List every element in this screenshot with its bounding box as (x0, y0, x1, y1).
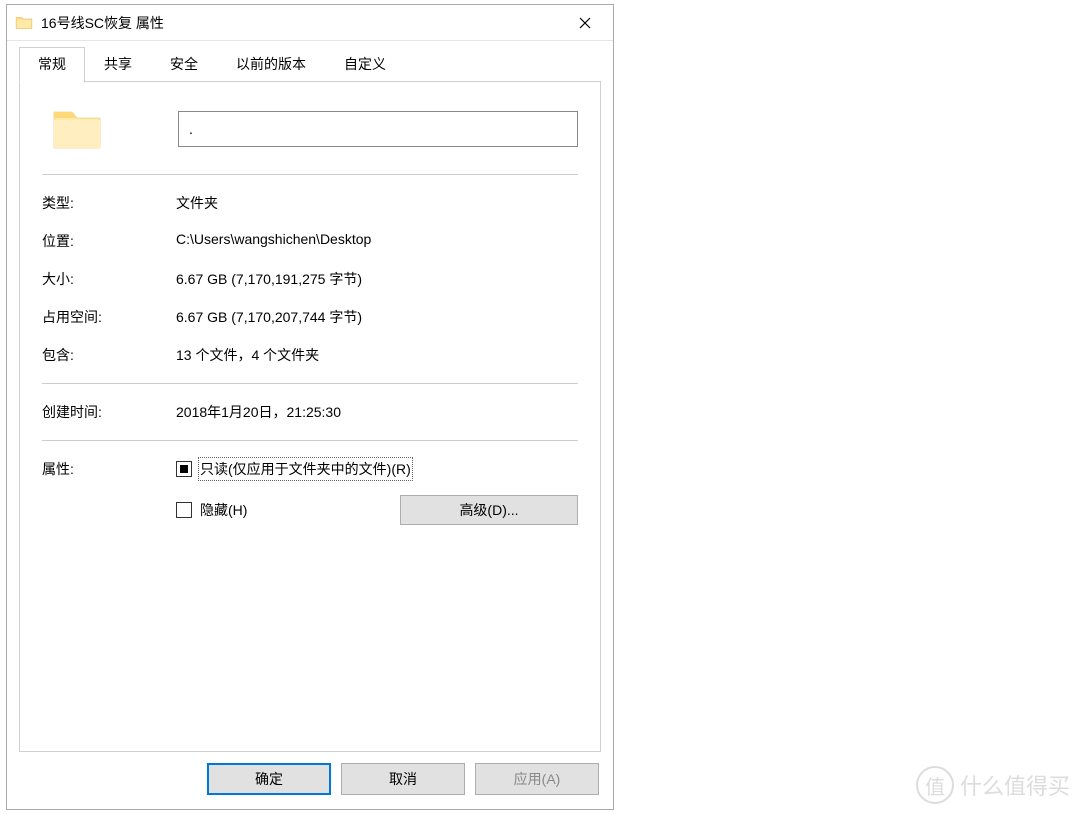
attributes-controls: 只读(仅应用于文件夹中的文件)(R) 隐藏(H) 高级(D)... (176, 459, 578, 525)
attributes-label: 属性: (42, 459, 176, 525)
size-value: 6.67 GB (7,170,191,275 字节) (176, 269, 578, 289)
hidden-checkbox[interactable] (176, 502, 192, 518)
tabs-container: 常规 共享 安全 以前的版本 自定义 (7, 41, 613, 82)
tab-security[interactable]: 安全 (151, 47, 217, 82)
created-value: 2018年1月20日，21:25:30 (176, 402, 578, 422)
tab-panel-general: 类型: 文件夹 位置: C:\Users\wangshichen\Desktop… (19, 81, 601, 752)
hidden-label: 隐藏(H) (200, 500, 247, 520)
location-label: 位置: (42, 231, 176, 251)
watermark-text: 什么值得买 (960, 769, 1070, 801)
folder-icon (15, 14, 33, 32)
type-value: 文件夹 (176, 193, 578, 213)
tabs: 常规 共享 安全 以前的版本 自定义 (19, 47, 601, 82)
close-button[interactable] (557, 5, 613, 41)
row-location: 位置: C:\Users\wangshichen\Desktop (42, 231, 578, 251)
folder-name-input[interactable] (178, 111, 578, 147)
readonly-label: 只读(仅应用于文件夹中的文件)(R) (200, 459, 411, 479)
contains-label: 包含: (42, 345, 176, 365)
properties-dialog: 16号线SC恢复 属性 常规 共享 安全 以前的版本 自定义 (6, 4, 614, 810)
cancel-button[interactable]: 取消 (341, 763, 465, 795)
folder-large-icon (50, 102, 104, 156)
window-title: 16号线SC恢复 属性 (41, 13, 557, 33)
row-created: 创建时间: 2018年1月20日，21:25:30 (42, 402, 578, 422)
type-label: 类型: (42, 193, 176, 213)
row-contains: 包含: 13 个文件，4 个文件夹 (42, 345, 578, 365)
separator (42, 174, 578, 175)
separator (42, 383, 578, 384)
readonly-checkbox-row[interactable]: 只读(仅应用于文件夹中的文件)(R) (176, 459, 578, 479)
row-size: 大小: 6.67 GB (7,170,191,275 字节) (42, 269, 578, 289)
tab-general[interactable]: 常规 (19, 47, 85, 83)
sizeon-value: 6.67 GB (7,170,207,744 字节) (176, 307, 578, 327)
watermark: 值 什么值得买 (916, 766, 1070, 804)
button-bar: 确定 取消 应用(A) (7, 753, 613, 809)
hidden-checkbox-row[interactable]: 隐藏(H) (176, 500, 247, 520)
apply-button[interactable]: 应用(A) (475, 763, 599, 795)
separator (42, 440, 578, 441)
tab-custom[interactable]: 自定义 (325, 47, 405, 82)
row-size-on-disk: 占用空间: 6.67 GB (7,170,207,744 字节) (42, 307, 578, 327)
sizeon-label: 占用空间: (42, 307, 176, 327)
tab-previous-versions[interactable]: 以前的版本 (217, 47, 325, 82)
readonly-checkbox[interactable] (176, 461, 192, 477)
row-type: 类型: 文件夹 (42, 193, 578, 213)
advanced-button[interactable]: 高级(D)... (400, 495, 578, 525)
tab-share[interactable]: 共享 (85, 47, 151, 82)
watermark-badge: 值 (916, 766, 954, 804)
created-label: 创建时间: (42, 402, 176, 422)
contains-value: 13 个文件，4 个文件夹 (176, 345, 578, 365)
location-value: C:\Users\wangshichen\Desktop (176, 231, 578, 251)
icon-name-row (42, 102, 578, 156)
ok-button[interactable]: 确定 (207, 763, 331, 795)
titlebar: 16号线SC恢复 属性 (7, 5, 613, 41)
size-label: 大小: (42, 269, 176, 289)
attributes-section: 属性: 只读(仅应用于文件夹中的文件)(R) 隐藏(H) 高级(D)... (42, 459, 578, 525)
